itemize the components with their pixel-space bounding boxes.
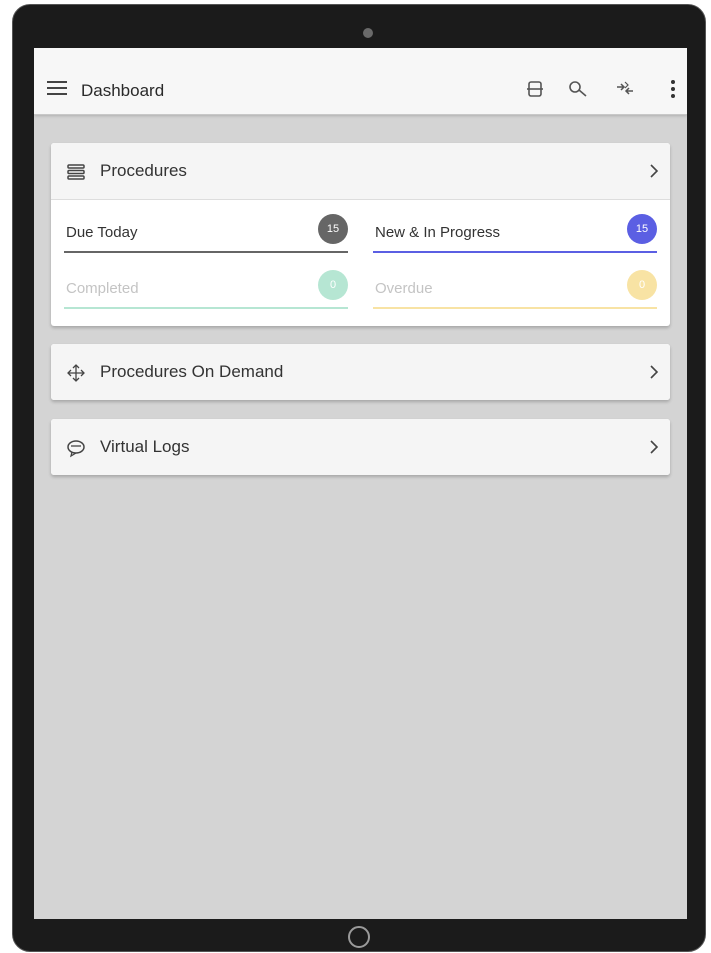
list-icon [67,164,85,180]
stat-label: New & In Progress [375,224,501,241]
procedures-on-demand-card[interactable]: Procedures On Demand [51,344,670,400]
navigation-icon[interactable] [614,78,636,100]
procedures-on-demand-header[interactable]: Procedures On Demand [51,344,670,400]
stat-underline [64,251,348,253]
home-button[interactable] [348,926,370,948]
procedures-header[interactable]: Procedures [51,143,670,200]
procedures-card: Procedures Due Today 15 New & In Progres… [51,143,670,326]
app-screen: Dashboard Procedures Due Today 15 New & … [34,48,687,919]
sync-icon[interactable] [524,78,546,100]
stat-label: Completed [66,280,139,297]
app-bar: Dashboard [34,48,687,115]
chat-icon [67,440,85,458]
stat-underline [373,307,657,309]
chevron-right-icon [650,164,659,178]
more-vertical-icon[interactable] [662,78,684,100]
menu-icon[interactable] [47,80,67,96]
stat-underline [373,251,657,253]
count-badge: 0 [627,270,657,300]
page-title: Dashboard [81,81,165,100]
due-today-stat[interactable]: Due Today 15 [64,211,348,253]
count-badge: 0 [318,270,348,300]
camera-dot [363,28,373,38]
completed-stat[interactable]: Completed 0 [64,267,348,309]
count-badge: 15 [318,214,348,244]
overdue-stat[interactable]: Overdue 0 [373,267,657,309]
virtual-logs-card[interactable]: Virtual Logs [51,419,670,475]
count-badge: 15 [627,214,657,244]
tablet-frame: Dashboard Procedures Due Today 15 New & … [12,4,706,952]
virtual-logs-header[interactable]: Virtual Logs [51,419,670,475]
procedures-on-demand-title: Procedures On Demand [100,362,284,381]
stat-underline [64,307,348,309]
chevron-right-icon [650,365,659,379]
new-in-progress-stat[interactable]: New & In Progress 15 [373,211,657,253]
chevron-right-icon [650,440,659,454]
search-icon[interactable] [567,78,589,100]
procedures-title: Procedures [100,161,187,180]
move-icon [67,364,85,382]
stat-label: Due Today [66,224,138,241]
stat-label: Overdue [375,280,433,297]
virtual-logs-title: Virtual Logs [100,437,190,456]
